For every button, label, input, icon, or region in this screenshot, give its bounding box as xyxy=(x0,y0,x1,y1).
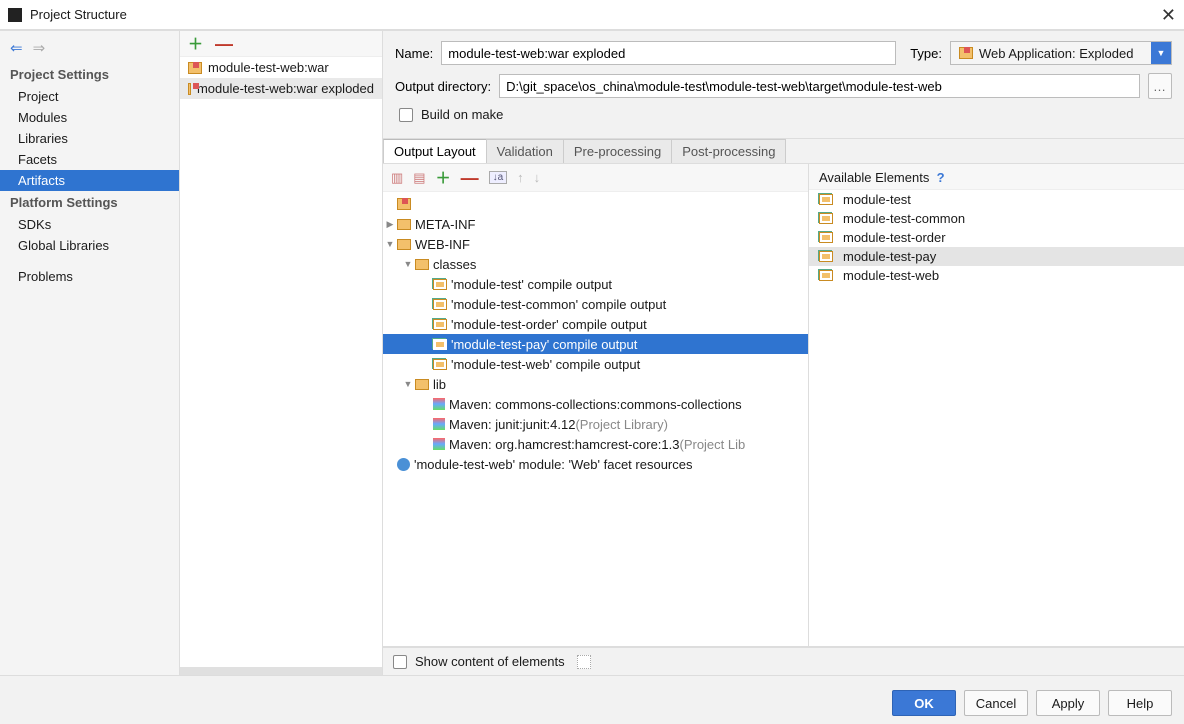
tree-twistie[interactable]: ▼ xyxy=(383,239,397,249)
folder-icon xyxy=(397,219,411,230)
help-icon[interactable]: ? xyxy=(937,170,945,185)
tab-post-processing[interactable]: Post-processing xyxy=(671,139,786,163)
library-icon xyxy=(433,418,445,430)
cancel-button[interactable]: Cancel xyxy=(964,690,1028,716)
output-dir-label: Output directory: xyxy=(395,79,491,94)
output-root-icon xyxy=(397,198,411,210)
output-dir-input[interactable] xyxy=(499,74,1140,98)
module-output-icon xyxy=(433,339,447,350)
artifact-icon xyxy=(188,62,202,74)
artifact-type-icon xyxy=(959,47,973,59)
tree-classes[interactable]: ▼classes xyxy=(383,254,808,274)
sidebar-item-facets[interactable]: Facets xyxy=(0,149,179,170)
show-content-label: Show content of elements xyxy=(415,654,565,669)
library-icon xyxy=(433,398,445,410)
tree-compile-output[interactable]: 'module-test' compile output xyxy=(383,274,808,294)
artifact-list-item[interactable]: module-test-web:war xyxy=(180,57,382,78)
tree-twistie[interactable]: ▼ xyxy=(401,379,415,389)
artifacts-panel: ＋ — module-test-web:warmodule-test-web:w… xyxy=(180,31,383,675)
show-content-checkbox[interactable] xyxy=(393,655,407,669)
module-icon xyxy=(819,232,833,243)
tab-pre-processing[interactable]: Pre-processing xyxy=(563,139,672,163)
sidebar-group-header: Platform Settings xyxy=(0,191,179,214)
tree-library[interactable]: Maven: commons-collections:commons-colle… xyxy=(383,394,808,414)
module-icon xyxy=(819,194,833,205)
toolbar-icon-1[interactable]: ▥ xyxy=(391,170,403,186)
available-element-item[interactable]: module-test-pay xyxy=(809,247,1184,266)
tree-meta-inf[interactable]: ▶META-INF xyxy=(383,214,808,234)
tree-twistie[interactable]: ▶ xyxy=(383,219,397,230)
available-elements-header: Available Elements xyxy=(819,170,929,185)
folder-icon xyxy=(415,379,429,390)
folder-icon xyxy=(415,259,429,270)
move-down-icon[interactable]: ↓ xyxy=(534,170,541,185)
artifact-list-item[interactable]: module-test-web:war exploded xyxy=(180,78,382,99)
sort-icon[interactable]: ↓a xyxy=(489,171,508,184)
available-element-item[interactable]: module-test xyxy=(809,190,1184,209)
tree-remove-button[interactable]: — xyxy=(461,173,479,183)
tree-compile-output[interactable]: 'module-test-pay' compile output xyxy=(383,334,808,354)
name-input[interactable] xyxy=(441,41,896,65)
name-label: Name: xyxy=(395,46,433,61)
tree-twistie[interactable]: ▼ xyxy=(401,259,415,269)
app-icon xyxy=(8,8,22,22)
sidebar: ⇐ ⇒ Project SettingsProjectModulesLibrar… xyxy=(0,31,180,675)
tree-lib[interactable]: ▼lib xyxy=(383,374,808,394)
tree-compile-output[interactable]: 'module-test-common' compile output xyxy=(383,294,808,314)
tab-validation[interactable]: Validation xyxy=(486,139,564,163)
build-on-make-checkbox[interactable] xyxy=(399,108,413,122)
library-icon xyxy=(433,438,445,450)
sidebar-item-artifacts[interactable]: Artifacts xyxy=(0,170,179,191)
remove-artifact-button[interactable]: — xyxy=(215,39,233,49)
tree-library[interactable]: Maven: junit:junit:4.12 (Project Library… xyxy=(383,414,808,434)
close-icon[interactable]: ✕ xyxy=(1161,8,1176,22)
module-icon xyxy=(819,213,833,224)
sidebar-item-global-libraries[interactable]: Global Libraries xyxy=(0,235,179,256)
tree-facet-resources[interactable]: 'module-test-web' module: 'Web' facet re… xyxy=(383,454,808,474)
folder-icon xyxy=(397,239,411,250)
tree-output-root[interactable] xyxy=(383,194,808,214)
dropdown-arrow-icon[interactable]: ▼ xyxy=(1151,42,1171,64)
artifact-icon xyxy=(188,83,191,95)
move-up-icon[interactable]: ↑ xyxy=(517,170,524,185)
horizontal-scrollbar[interactable] xyxy=(180,667,382,675)
module-output-icon xyxy=(433,279,447,290)
module-icon xyxy=(819,251,833,262)
tab-output-layout[interactable]: Output Layout xyxy=(383,139,487,163)
ok-button[interactable]: OK xyxy=(892,690,956,716)
sidebar-group-header: Project Settings xyxy=(0,63,179,86)
type-dropdown[interactable]: Web Application: Exploded ▼ xyxy=(950,41,1172,65)
help-button[interactable]: Help xyxy=(1108,690,1172,716)
sidebar-item-problems[interactable]: Problems xyxy=(0,266,179,287)
tree-add-button[interactable]: ＋ xyxy=(436,167,451,188)
tree-compile-output[interactable]: 'module-test-web' compile output xyxy=(383,354,808,374)
available-element-item[interactable]: module-test-web xyxy=(809,266,1184,285)
tree-web-inf[interactable]: ▼WEB-INF xyxy=(383,234,808,254)
sidebar-item-libraries[interactable]: Libraries xyxy=(0,128,179,149)
apply-button[interactable]: Apply xyxy=(1036,690,1100,716)
tree-compile-output[interactable]: 'module-test-order' compile output xyxy=(383,314,808,334)
web-facet-icon xyxy=(397,458,410,471)
build-on-make-label: Build on make xyxy=(421,107,503,122)
module-output-icon xyxy=(433,299,447,310)
available-element-item[interactable]: module-test-order xyxy=(809,228,1184,247)
tree-library[interactable]: Maven: org.hamcrest:hamcrest-core:1.3 (P… xyxy=(383,434,808,454)
sidebar-item-modules[interactable]: Modules xyxy=(0,107,179,128)
nav-forward-icon[interactable]: ⇒ xyxy=(33,39,46,57)
available-element-item[interactable]: module-test-common xyxy=(809,209,1184,228)
browse-button[interactable]: … xyxy=(1148,73,1172,99)
type-label: Type: xyxy=(910,46,942,61)
module-icon xyxy=(819,270,833,281)
expand-icon[interactable] xyxy=(577,655,591,669)
titlebar: Project Structure ✕ xyxy=(0,0,1184,30)
sidebar-item-project[interactable]: Project xyxy=(0,86,179,107)
module-output-icon xyxy=(433,359,447,370)
window-title: Project Structure xyxy=(30,7,1161,22)
add-artifact-button[interactable]: ＋ xyxy=(188,33,203,54)
sidebar-item-sdks[interactable]: SDKs xyxy=(0,214,179,235)
nav-back-icon[interactable]: ⇐ xyxy=(10,39,23,57)
toolbar-icon-2[interactable]: ▤ xyxy=(413,170,425,186)
module-output-icon xyxy=(433,319,447,330)
